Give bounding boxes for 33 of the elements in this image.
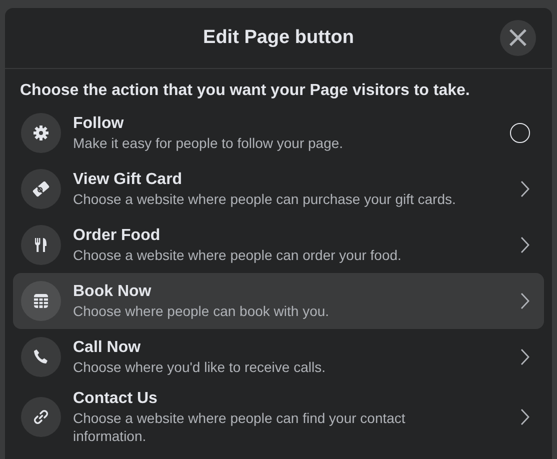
action-option[interactable]: Book Now Choose where people can book with you.	[13, 273, 544, 329]
action-option[interactable]: View Gift Card Choose a website where people can purchase your gift cards.	[13, 161, 544, 217]
option-title: Contact Us	[73, 389, 158, 409]
option-description: Choose a website where people can purchase your gift cards.	[73, 190, 457, 208]
option-description: Make it easy for people to follow your page.	[73, 134, 344, 152]
option-title: View Gift Card	[73, 170, 184, 190]
chevron-right-icon	[520, 292, 530, 310]
action-option[interactable]: Contact Us Choose a website where people can find your contact information.	[13, 385, 544, 449]
chevron-right-icon	[520, 408, 530, 426]
chevron-right-icon	[520, 236, 530, 254]
prompt-text: Choose the action that you want your Page visitors to take.	[19, 81, 471, 101]
option-title: Follow	[73, 114, 125, 134]
radio-button[interactable]	[510, 123, 530, 143]
phone-icon	[21, 337, 61, 377]
action-option[interactable]: Call Now Choose where you'd like to receive calls.	[13, 329, 544, 385]
gift-card-icon	[21, 169, 61, 209]
gear-icon	[21, 113, 61, 153]
chevron-right-icon	[520, 180, 530, 198]
option-description: Choose a website where people can find your contact information.	[73, 409, 406, 445]
option-description: Choose where you'd like to receive calls.	[73, 358, 326, 376]
option-title: Order Food	[73, 226, 162, 246]
option-description: Choose where people can book with you.	[73, 302, 330, 320]
calendar-icon	[21, 281, 61, 321]
fork-knife-icon	[21, 225, 61, 265]
close-button[interactable]: ×	[500, 20, 536, 56]
link-icon	[21, 397, 61, 437]
option-title: Book Now	[73, 282, 152, 302]
option-description: Choose a website where people can order your food.	[73, 246, 402, 264]
option-title: Call Now	[73, 338, 142, 358]
dialog-title: Edit Page button	[203, 27, 354, 49]
chevron-right-icon	[520, 348, 530, 366]
action-option[interactable]: Follow Make it easy for people to follow your page.	[13, 105, 544, 161]
action-option[interactable]: Order Food Choose a website where people can order your food.	[13, 217, 544, 273]
